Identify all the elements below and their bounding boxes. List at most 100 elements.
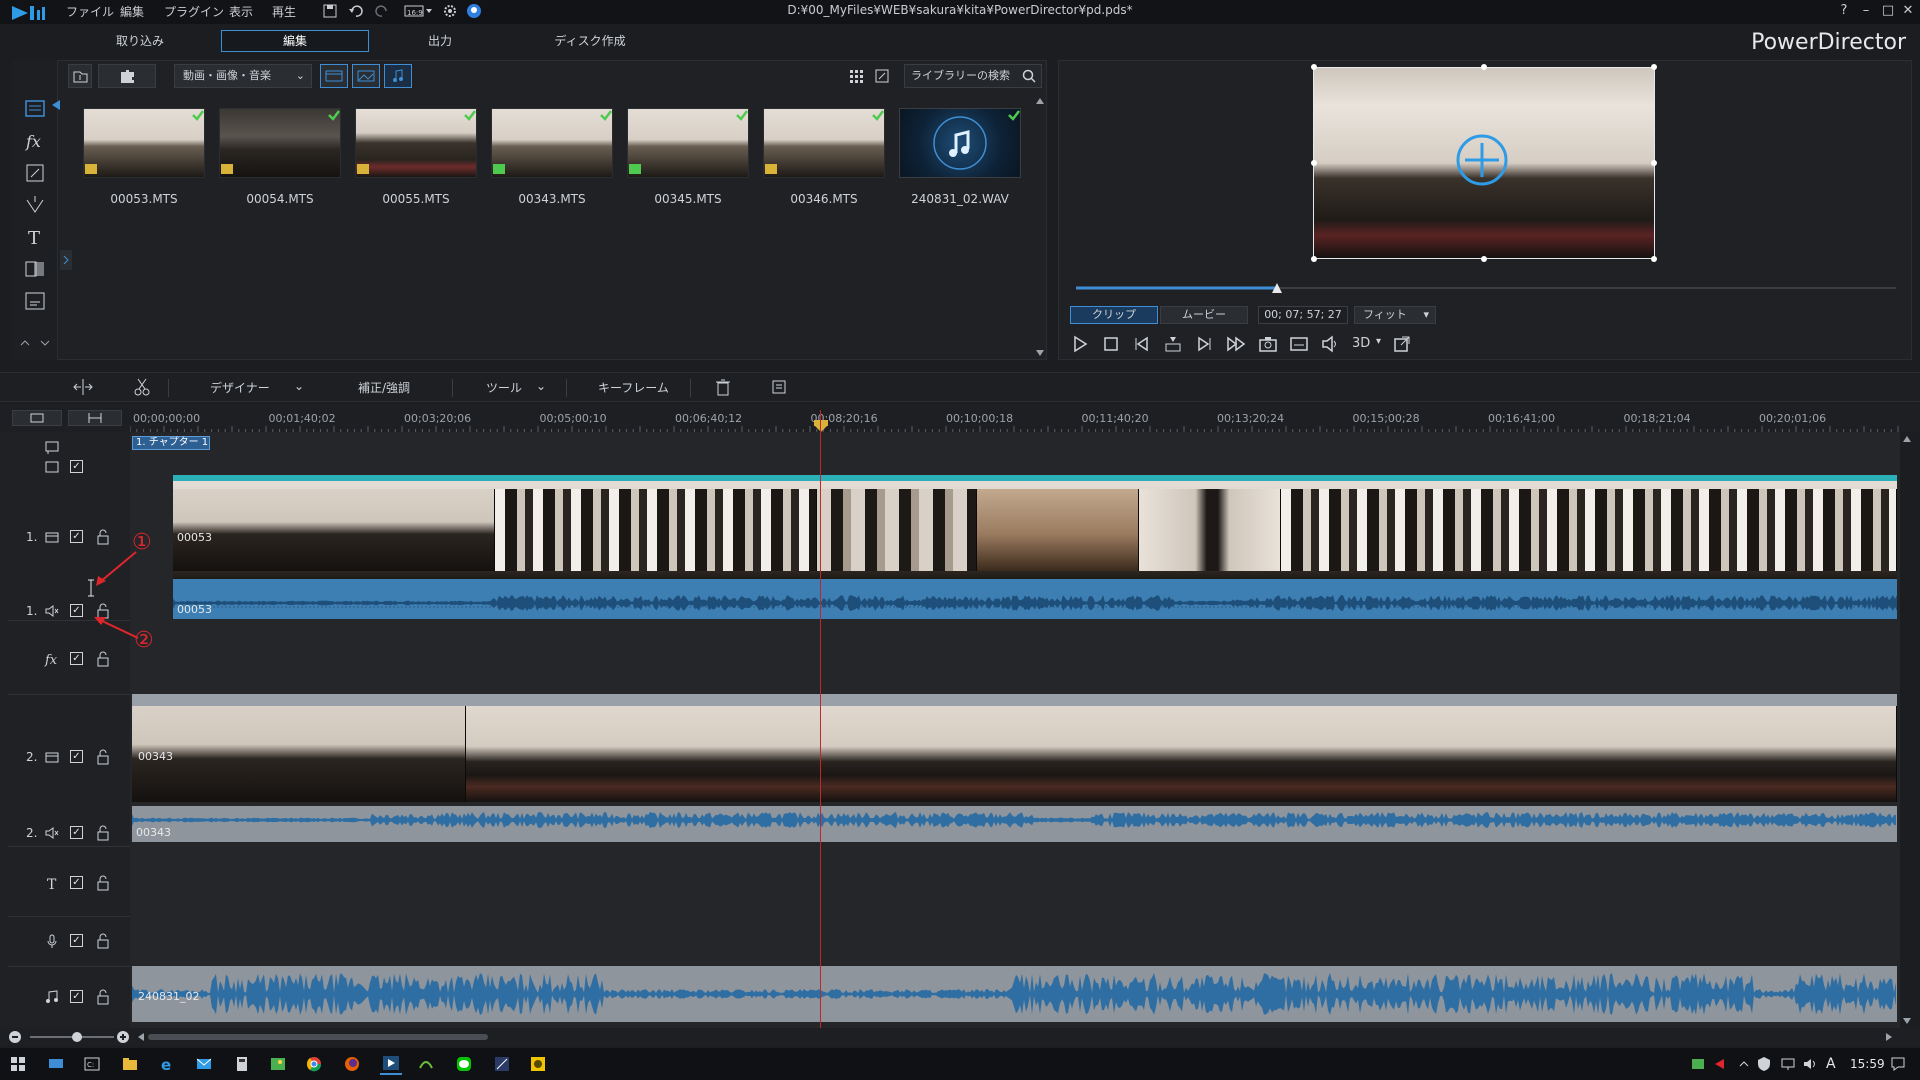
media-item[interactable]: 00343.MTS (491, 108, 613, 208)
sidebar-collapse-icon[interactable] (52, 100, 60, 110)
lock-icon[interactable] (96, 933, 110, 949)
clock[interactable]: 15:59 (1850, 1057, 1885, 1071)
mail-icon[interactable] (196, 1056, 212, 1072)
resize-handle[interactable] (1311, 64, 1317, 70)
lock-icon[interactable] (96, 651, 110, 667)
app-icon[interactable] (418, 1056, 434, 1072)
resize-handle[interactable] (1481, 64, 1487, 70)
track-enable-checkbox[interactable]: ✓ (70, 604, 83, 617)
scroll-right-icon[interactable] (1884, 1032, 1894, 1042)
previous-frame-icon[interactable] (1132, 334, 1152, 354)
chevron-down-icon[interactable]: ⌄ (294, 379, 304, 393)
zoom-fit-select[interactable]: フィット ▾ (1354, 306, 1436, 324)
network-icon[interactable] (1780, 1056, 1796, 1072)
fast-forward-icon[interactable] (1225, 334, 1247, 354)
chevron-down-icon[interactable]: ⌄ (536, 379, 546, 393)
volume-icon[interactable] (1802, 1056, 1818, 1072)
effects-room-icon[interactable]: fx (22, 128, 48, 154)
detach-preview-icon[interactable] (1392, 334, 1412, 354)
3d-mode-button[interactable]: 3D (1352, 336, 1370, 351)
media-item[interactable]: 00054.MTS (219, 108, 341, 208)
audio-clip-1[interactable]: 00053 (173, 579, 1897, 619)
library-search-input[interactable]: ライブラリーの検索 (904, 64, 1042, 88)
resize-handle[interactable] (1651, 160, 1657, 166)
help-button[interactable]: ? (1836, 3, 1852, 19)
lock-icon[interactable] (96, 825, 110, 841)
designer-menu[interactable]: デザイナー (210, 379, 270, 396)
resize-handle[interactable] (1651, 64, 1657, 70)
media-filter-select[interactable]: 動画・画像・音楽 ⌄ (174, 64, 312, 88)
windows-start-icon[interactable] (10, 1056, 26, 1072)
chapter-marker[interactable]: 1. チャプター 1 (132, 436, 210, 450)
subtitle-room-icon[interactable] (22, 288, 48, 314)
volume-icon[interactable] (1320, 334, 1340, 354)
fit-timeline-icon[interactable] (68, 410, 122, 426)
track-enable-checkbox[interactable]: ✓ (70, 530, 83, 543)
tray-icon[interactable] (1690, 1056, 1706, 1072)
lock-icon[interactable] (96, 749, 110, 765)
media-item[interactable]: 240831_02.WAV (899, 108, 1021, 208)
ime-indicator[interactable]: A (1826, 1056, 1836, 1072)
timeline-scrollbar[interactable] (1900, 432, 1914, 1028)
resize-handle[interactable] (1311, 160, 1317, 166)
track-enable-checkbox[interactable]: ✓ (70, 990, 83, 1003)
media-room-icon[interactable] (22, 96, 48, 122)
expand-library-icon[interactable] (874, 68, 890, 84)
track-enable-checkbox[interactable]: ✓ (70, 460, 83, 473)
resize-handle[interactable] (1311, 256, 1317, 262)
tray-icon[interactable] (1712, 1056, 1728, 1072)
split-icon[interactable] (72, 377, 94, 397)
scroll-left-icon[interactable] (136, 1032, 146, 1042)
photos-icon[interactable] (270, 1056, 286, 1072)
keyframe-button[interactable]: キーフレーム (598, 379, 669, 396)
firefox-icon[interactable] (344, 1056, 360, 1072)
filter-image-button[interactable] (352, 64, 380, 88)
close-button[interactable]: ✕ (1900, 3, 1916, 19)
music-clip[interactable]: 240831_02 (132, 966, 1897, 1022)
trash-icon[interactable] (714, 378, 732, 396)
shield-icon[interactable] (1756, 1056, 1772, 1072)
pip-room-icon[interactable] (22, 160, 48, 186)
track-enable-checkbox[interactable]: ✓ (70, 826, 83, 839)
clip-mode-button[interactable]: クリップ (1070, 306, 1158, 324)
app-icon[interactable] (494, 1056, 510, 1072)
track-enable-checkbox[interactable]: ✓ (70, 876, 83, 889)
tab-disc[interactable]: ディスク作成 (516, 30, 664, 52)
particle-room-icon[interactable] (22, 192, 48, 218)
subtitles-icon[interactable] (1289, 334, 1309, 354)
timecode-display[interactable]: 00; 07; 57; 27 (1258, 306, 1348, 324)
audio-clip-2[interactable]: 00343 (132, 806, 1897, 842)
desktop-icon[interactable] (48, 1056, 64, 1072)
tab-edit[interactable]: 編集 (221, 30, 369, 52)
playhead-marker-icon[interactable] (814, 420, 828, 432)
next-frame-icon[interactable] (1194, 334, 1214, 354)
terminal-icon[interactable]: C: (84, 1056, 100, 1072)
import-media-button[interactable] (68, 64, 92, 88)
preview-seek-slider[interactable] (1076, 282, 1896, 294)
chrome-icon[interactable] (306, 1056, 322, 1072)
stop-icon[interactable] (1101, 334, 1121, 354)
media-item[interactable]: 00053.MTS (83, 108, 205, 208)
video-clip-2[interactable]: 00343 (132, 706, 1897, 802)
media-item[interactable]: 00346.MTS (763, 108, 885, 208)
snapshot-icon[interactable] (1258, 334, 1278, 354)
lock-icon[interactable] (96, 529, 110, 545)
timeline-ruler[interactable]: 00;00;00;00 00;01;40;02 00;03;20;06 00;05;0… (0, 404, 1920, 432)
3d-dropdown-icon[interactable]: ▾ (1376, 336, 1381, 347)
track-enable-checkbox[interactable]: ✓ (70, 934, 83, 947)
track-enable-checkbox[interactable]: ✓ (70, 750, 83, 763)
line-icon[interactable] (456, 1056, 472, 1072)
restore-button[interactable]: □ (1880, 3, 1896, 19)
file-explorer-icon[interactable] (122, 1056, 138, 1072)
notification-icon[interactable] (1890, 1056, 1906, 1072)
playhead-line[interactable] (820, 410, 821, 1028)
app-icon[interactable] (530, 1056, 546, 1072)
horizontal-scroll-thumb[interactable] (148, 1034, 488, 1040)
tab-produce[interactable]: 出力 (366, 30, 514, 52)
lock-icon[interactable] (96, 989, 110, 1005)
edge-icon[interactable]: e (160, 1056, 176, 1072)
panel-expand-icon[interactable] (60, 250, 72, 270)
move-handle-icon[interactable] (1455, 133, 1509, 187)
fix-enhance-button[interactable]: 補正/強調 (358, 379, 410, 396)
plugin-button[interactable] (98, 64, 156, 88)
